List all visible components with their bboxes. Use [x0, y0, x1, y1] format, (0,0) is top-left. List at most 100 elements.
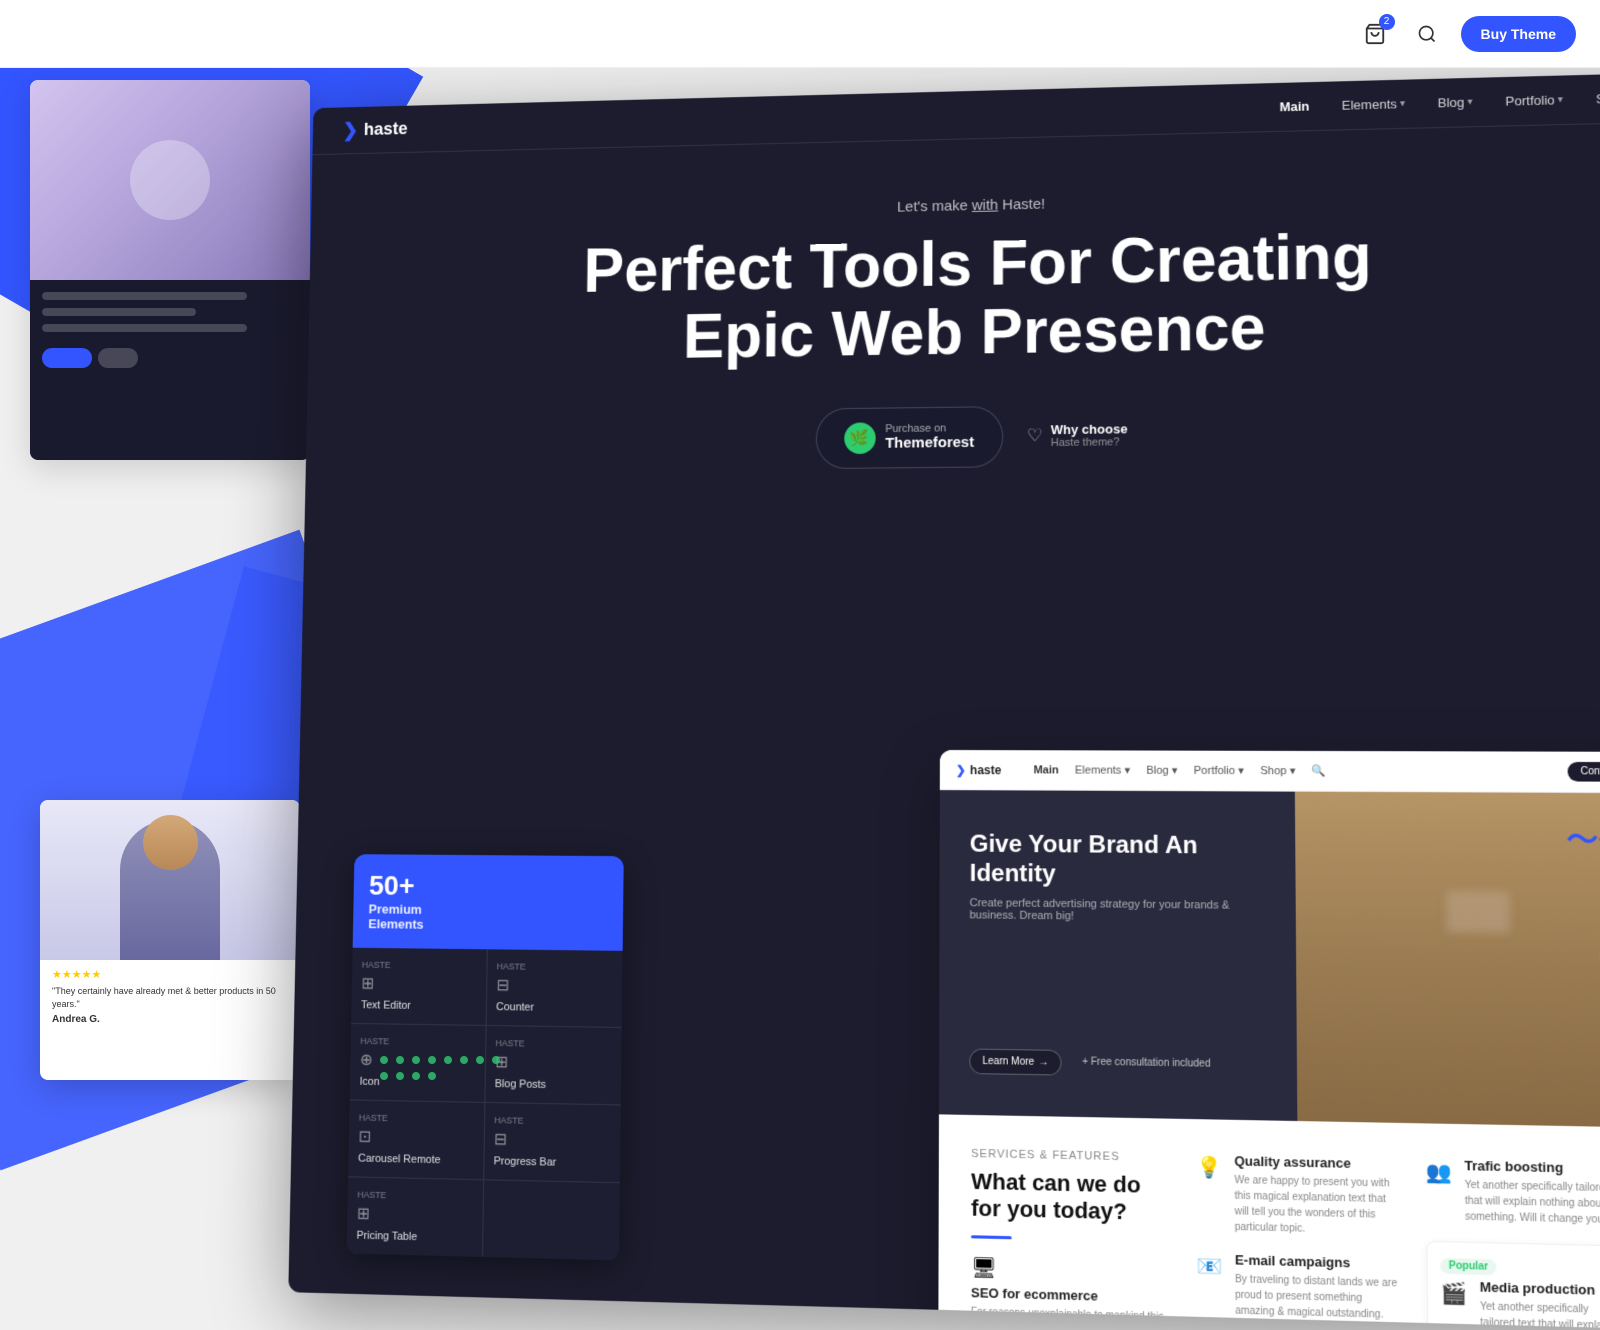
search-icon[interactable] — [1409, 16, 1445, 52]
nav-blog-chevron: ▾ — [1467, 97, 1472, 108]
services-title: What can we do for you today? — [971, 1168, 1172, 1227]
nav-portfolio-chevron: ▾ — [1558, 94, 1563, 105]
inner-hero-subtitle: Create perfect advertising strategy for … — [970, 897, 1265, 924]
media-production-card: Popular 🎬 Media production Yet another s… — [1426, 1241, 1600, 1330]
inner-hero-title: Give Your Brand An Identity — [970, 830, 1265, 891]
dot-7 — [476, 1056, 484, 1064]
green-dots-decoration — [380, 1056, 500, 1080]
dot-11 — [412, 1072, 420, 1080]
element-tag-7: HASTE — [357, 1190, 386, 1201]
purchase-button[interactable]: 🌿 Purchase on Themeforest — [815, 406, 1003, 469]
inner-nav-main[interactable]: Main — [1034, 764, 1059, 776]
element-tag-5: HASTE — [359, 1113, 388, 1124]
inner-learn-more-btn[interactable]: Learn More → — [969, 1048, 1061, 1075]
inner-hero: Give Your Brand An Identity Create perfe… — [939, 790, 1600, 1128]
services-tag: Services & Features — [971, 1148, 1171, 1164]
inner-browser-nav: ❯ haste Main Elements ▾ Blog ▾ Portfolio… — [940, 750, 1600, 793]
quality-title: Quality assurance — [1234, 1153, 1400, 1172]
element-pricing-table: HASTE ⊞ Pricing Table — [347, 1177, 483, 1257]
logo-text: haste — [364, 119, 408, 140]
hero-section: Let's make with Haste! Perfect Tools For… — [304, 122, 1600, 550]
inner-nav-search[interactable]: 🔍 — [1312, 764, 1326, 777]
inner-hero-content: Give Your Brand An Identity Create perfe… — [939, 790, 1297, 1121]
preview-card-content — [30, 280, 310, 460]
dot-8 — [492, 1056, 500, 1064]
elements-header: 50+ Premium Elements — [353, 854, 624, 951]
purchase-label: Purchase on — [885, 422, 974, 435]
element-empty — [482, 1180, 619, 1260]
email-content: E-mail campaigns By traveling to distant… — [1235, 1252, 1402, 1323]
services-divider — [971, 1235, 1012, 1239]
seo-icon: 🖥 — [971, 1255, 1172, 1286]
element-name-1: Text Editor — [361, 999, 411, 1012]
inner-nav-contact[interactable]: Contact us — [1568, 762, 1600, 782]
inner-hero-buttons: Learn More → + Free consultation include… — [969, 1048, 1266, 1079]
element-name-7: Pricing Table — [356, 1230, 417, 1244]
elements-grid: HASTE ⊞ Text Editor HASTE ⊟ Counter HAST… — [347, 948, 623, 1261]
popular-badge: Popular — [1440, 1258, 1497, 1275]
inner-hero-person: ▶ — [1295, 792, 1600, 1128]
element-tag-6: HASTE — [494, 1115, 523, 1126]
nav-elements[interactable]: Elements ▾ — [1342, 96, 1405, 112]
nav-main-label: Main — [1279, 99, 1309, 114]
element-name-4: Blog Posts — [495, 1078, 546, 1091]
inner-nav-elements[interactable]: Elements ▾ — [1075, 763, 1130, 776]
person-card-content: ★★★★★ "They certainly have already met &… — [40, 960, 300, 1033]
dot-4 — [428, 1056, 436, 1064]
why-haste-button[interactable]: ♡ Why choose Haste theme? — [1027, 422, 1128, 450]
inner-hero-text: Give Your Brand An Identity Create perfe… — [970, 830, 1265, 923]
inner-nav-portfolio[interactable]: Portfolio ▾ — [1194, 764, 1244, 777]
cart-icon[interactable]: 2 — [1357, 16, 1393, 52]
person-name: Andrea G. — [52, 1014, 288, 1025]
hero-title: Perfect Tools For Creating Epic Web Pres… — [383, 217, 1591, 375]
dot-12 — [428, 1072, 436, 1080]
nav-blog[interactable]: Blog ▾ — [1438, 95, 1473, 111]
inner-consultation-btn[interactable]: + Free consultation included — [1070, 1050, 1223, 1078]
inner-nav-blog[interactable]: Blog ▾ — [1146, 764, 1177, 777]
media-content: Media production Yet another specificall… — [1480, 1279, 1600, 1330]
nav-main[interactable]: Main — [1279, 99, 1309, 114]
inner-hero-image: ▶ — [1295, 792, 1600, 1128]
element-icon-6: ⊟ — [494, 1129, 507, 1149]
why-haste-main: Why choose — [1051, 422, 1128, 438]
element-blog-posts: HASTE ⊞ Blog Posts — [485, 1026, 622, 1104]
preview-line-1 — [42, 292, 247, 300]
nav-blog-label: Blog — [1438, 95, 1465, 110]
element-icon-7: ⊞ — [357, 1204, 370, 1224]
services-left-column: Services & Features What can we do for y… — [971, 1148, 1172, 1330]
element-carousel: HASTE ⊡ Carousel Remote — [348, 1100, 484, 1179]
nav-shop[interactable]: Shop ▾ — [1596, 90, 1600, 106]
quality-text: We are happy to present you with this ma… — [1234, 1173, 1401, 1239]
traffic-content: Trafic boosting Yet another specifically… — [1464, 1158, 1600, 1229]
elements-label-2: Elements — [368, 917, 424, 933]
buy-theme-button[interactable]: Buy Theme — [1461, 16, 1576, 52]
why-haste-text: Why choose Haste theme? — [1051, 422, 1128, 450]
element-icon-2: ⊟ — [496, 975, 509, 995]
quality-icon: 💡 — [1196, 1154, 1222, 1180]
element-icon-3: ⊕ — [360, 1050, 373, 1070]
seo-text: For reasons unexplainable to mankind thi… — [971, 1304, 1172, 1330]
element-name-3: Icon — [359, 1076, 379, 1088]
nav-portfolio[interactable]: Portfolio ▾ — [1505, 92, 1563, 108]
learn-more-arrow: → — [1038, 1057, 1048, 1068]
media-icon: 🎬 — [1440, 1280, 1467, 1307]
preview-card-image — [30, 80, 310, 280]
traffic-icon: 👥 — [1425, 1159, 1452, 1186]
purchase-main: Themeforest — [885, 434, 974, 452]
top-toolbar: 2 Buy Theme — [0, 0, 1600, 68]
element-progress-bar: HASTE ⊟ Progress Bar — [484, 1103, 621, 1182]
main-browser-mockup: ❯ haste Main Elements ▾ Blog ▾ Portfolio… — [288, 73, 1600, 1330]
services-third-column: 👥 Trafic boosting Yet another specifical… — [1425, 1157, 1600, 1330]
dot-1 — [380, 1056, 388, 1064]
elements-count: 50+ — [369, 870, 425, 902]
nav-portfolio-label: Portfolio — [1505, 93, 1554, 109]
email-icon: 📧 — [1196, 1253, 1222, 1280]
element-name-5: Carousel Remote — [358, 1153, 441, 1167]
hero-subtitle-underline: with — [972, 197, 998, 214]
cart-count: 2 — [1379, 14, 1395, 30]
media-title: Media production — [1480, 1279, 1600, 1299]
inner-nav-shop[interactable]: Shop ▾ — [1260, 764, 1295, 777]
element-name-6: Progress Bar — [494, 1155, 557, 1168]
services-section: Services & Features What can we do for y… — [938, 1114, 1600, 1330]
quality-assurance-item: 💡 Quality assurance We are happy to pres… — [1196, 1152, 1401, 1239]
